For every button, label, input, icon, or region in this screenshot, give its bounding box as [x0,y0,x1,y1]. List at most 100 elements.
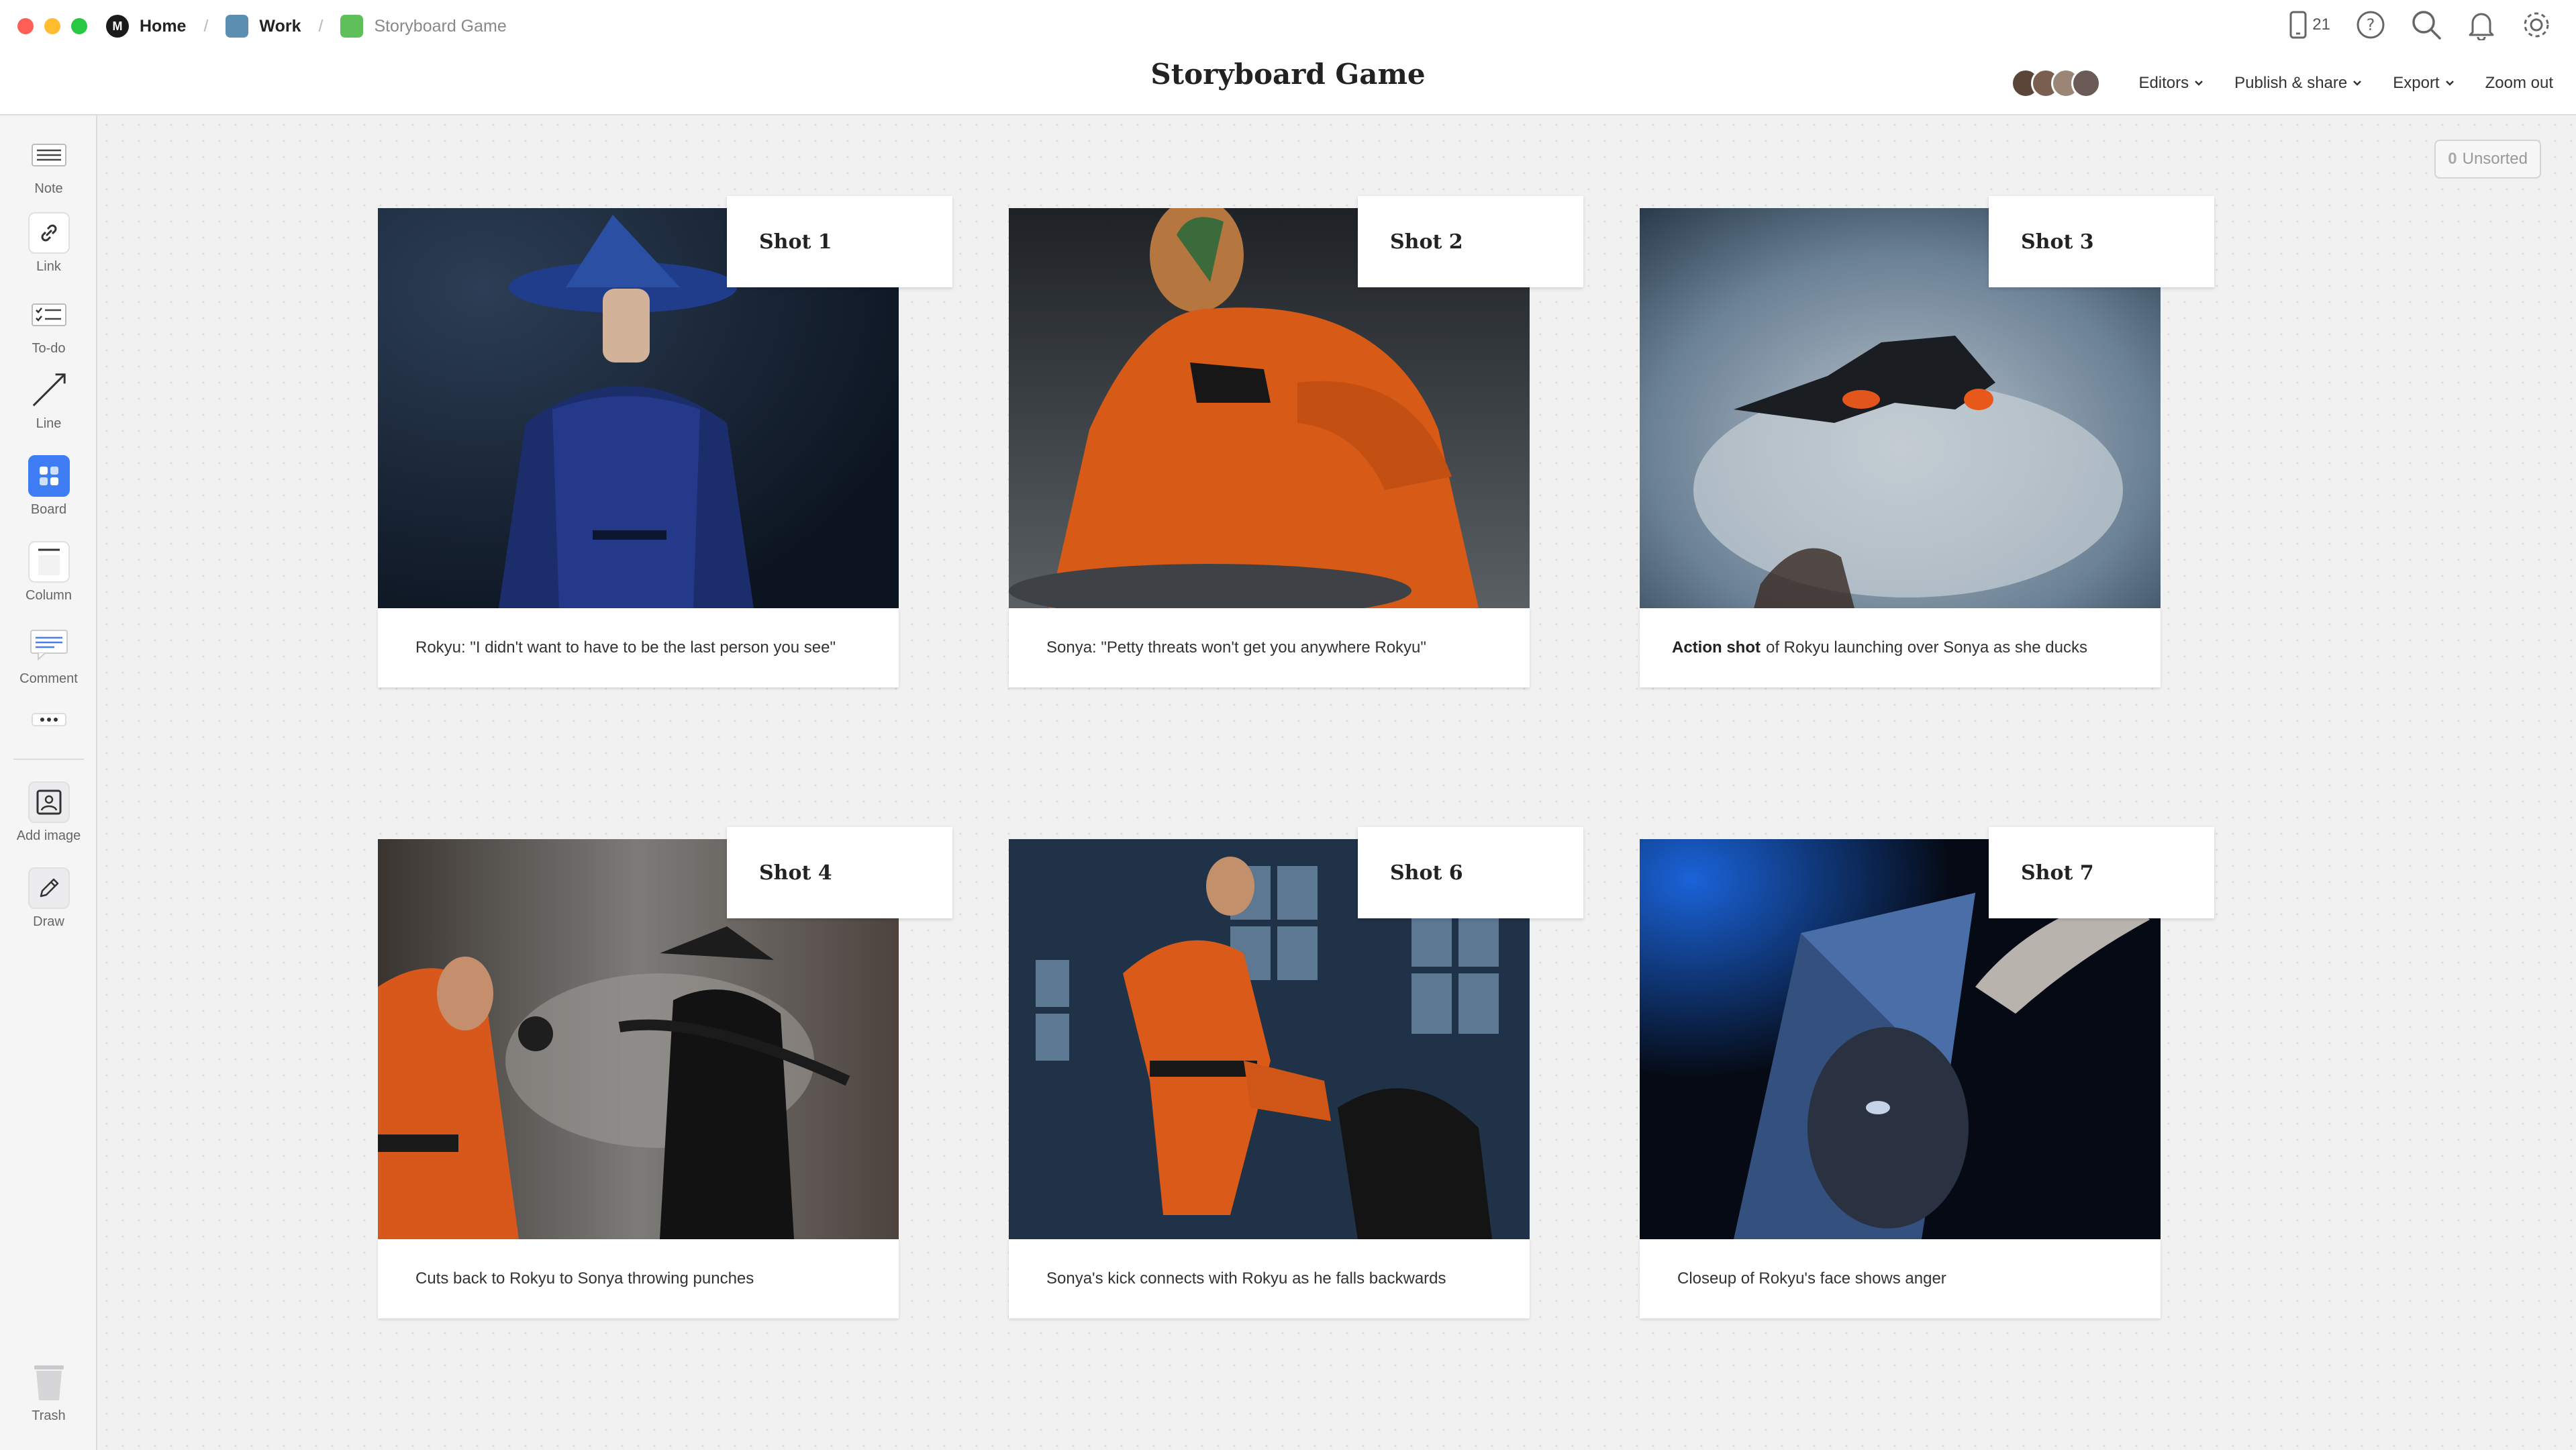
caption-text: of Rokyu launching over Sonya as she duc… [1766,638,2087,657]
breadcrumb-separator: / [318,16,324,36]
line-icon [28,369,70,411]
shot-caption[interactable]: Sonya: "Petty threats won't get you anyw… [1009,608,1530,687]
shot-label[interactable]: Shot 6 [1358,827,1583,918]
checklist-icon [28,294,70,336]
storyboard-card-shot-1[interactable]: Rokyu: "I didn't want to have to be the … [378,196,952,687]
tool-draw[interactable]: Draw [0,867,97,930]
milanote-logo-icon: M [106,15,129,38]
top-bar: M Home / Work / Storyboard Game Storyboa… [0,0,2576,115]
board-icon [340,15,364,38]
shot-label[interactable]: Shot 3 [1989,196,2214,287]
storyboard-card-shot-2[interactable]: Sonya: "Petty threats won't get you anyw… [1009,196,1583,687]
editors-label: Editors [2138,74,2189,92]
shot-label[interactable]: Shot 2 [1358,196,1583,287]
storyboard-card-shot-3[interactable]: Action shot of Rokyu launching over Sony… [1640,196,2214,687]
caption-text: Cuts back to Rokyu to Sonya throwing pun… [415,1269,754,1288]
image-icon [28,781,70,823]
phone-icon [2289,11,2307,39]
comment-icon [28,624,70,666]
editor-avatars[interactable] [2011,68,2101,98]
tool-line[interactable]: Line [0,369,97,432]
note-icon [28,134,70,176]
tool-todo-label: To-do [32,341,66,356]
caption-text: Sonya: "Petty threats won't get you anyw… [1046,638,1426,657]
export-menu[interactable]: Export [2393,74,2454,93]
more-tools-button[interactable] [0,706,97,733]
tool-board[interactable]: Board [0,455,97,518]
board-menus: Editors Publish & share Export Zoom out [2011,68,2553,98]
unsorted-count: 0 [2448,150,2457,168]
tool-add-image-label: Add image [16,828,81,843]
export-label: Export [2393,74,2440,92]
tool-sidebar: Note Link To-do Line Board Column Commen… [0,115,97,1450]
search-icon [2412,11,2441,40]
storyboard-card-shot-6[interactable]: Sonya's kick connects with Rokyu as he f… [1009,827,1583,1318]
trash-button[interactable]: Trash [0,1361,97,1424]
breadcrumb-work-label: Work [259,16,301,36]
bell-icon [2469,13,2494,40]
breadcrumb-work[interactable]: Work [226,15,301,38]
chevron-down-icon [2353,81,2362,86]
caption-text: Closeup of Rokyu's face shows anger [1677,1269,1946,1288]
column-icon [28,541,70,583]
help-button[interactable]: ? [2356,10,2385,40]
shot-label[interactable]: Shot 1 [727,196,952,287]
publish-share-menu[interactable]: Publish & share [2234,74,2362,93]
storyboard-card-shot-7[interactable]: Closeup of Rokyu's face shows anger Shot… [1640,827,2214,1318]
caption-text: Sonya's kick connects with Rokyu as he f… [1046,1269,1446,1288]
pencil-icon [28,867,70,909]
unsorted-button[interactable]: 0 Unsorted [2434,140,2541,179]
tool-column-label: Column [26,588,72,603]
more-icon [28,706,70,733]
breadcrumb-current[interactable]: Storyboard Game [340,15,507,38]
shot-caption[interactable]: Cuts back to Rokyu to Sonya throwing pun… [378,1239,899,1318]
sidebar-divider [13,759,84,760]
storyboard-card-shot-4[interactable]: Cuts back to Rokyu to Sonya throwing pun… [378,827,952,1318]
shot-caption[interactable]: Closeup of Rokyu's face shows anger [1640,1239,2161,1318]
notifications-button[interactable] [2467,9,2495,40]
publish-label: Publish & share [2234,74,2348,92]
tool-column[interactable]: Column [0,541,97,603]
shot-caption[interactable]: Rokyu: "I didn't want to have to be the … [378,608,899,687]
avatar [2071,68,2101,98]
shot-label[interactable]: Shot 4 [727,827,952,918]
tool-todo[interactable]: To-do [0,294,97,356]
tool-add-image[interactable]: Add image [0,781,97,844]
shot-caption[interactable]: Sonya's kick connects with Rokyu as he f… [1009,1239,1530,1318]
breadcrumb: M Home / Work / Storyboard Game [106,13,507,39]
link-icon [28,212,70,254]
breadcrumb-current-label: Storyboard Game [374,16,507,36]
tool-note[interactable]: Note [0,134,97,197]
gear-icon [2524,12,2549,38]
top-icons: 21 ? [2289,9,2552,40]
caption-text: Rokyu: "I didn't want to have to be the … [415,638,836,657]
trash-icon [28,1361,70,1403]
breadcrumb-home[interactable]: M Home [106,15,186,38]
zoom-out-button[interactable]: Zoom out [2485,74,2553,93]
chevron-down-icon [2445,81,2454,86]
tool-draw-label: Draw [33,914,64,929]
help-icon: ? [2357,11,2385,39]
close-window-button[interactable] [17,18,34,34]
caption-bold: Action shot [1672,638,1761,657]
window-controls [17,18,87,34]
board-canvas[interactable]: 0 Unsorted Rokyu: "I didn't want to have… [99,117,2576,1450]
tool-comment-label: Comment [19,671,78,686]
shot-caption[interactable]: Action shot of Rokyu launching over Sony… [1640,608,2161,687]
search-button[interactable] [2411,9,2442,40]
settings-button[interactable] [2521,9,2552,40]
tool-link-label: Link [36,259,61,274]
board-icon [28,455,70,497]
devices-button[interactable]: 21 [2289,11,2330,39]
board-icon [226,15,249,38]
tool-link[interactable]: Link [0,212,97,275]
tool-note-label: Note [34,181,63,196]
editors-menu[interactable]: Editors [2138,74,2203,93]
tool-trash-label: Trash [32,1408,66,1423]
maximize-window-button[interactable] [71,18,87,34]
minimize-window-button[interactable] [44,18,60,34]
tool-comment[interactable]: Comment [0,624,97,687]
shot-label[interactable]: Shot 7 [1989,827,2214,918]
breadcrumb-separator: / [203,16,209,36]
unsorted-label: Unsorted [2462,150,2528,168]
